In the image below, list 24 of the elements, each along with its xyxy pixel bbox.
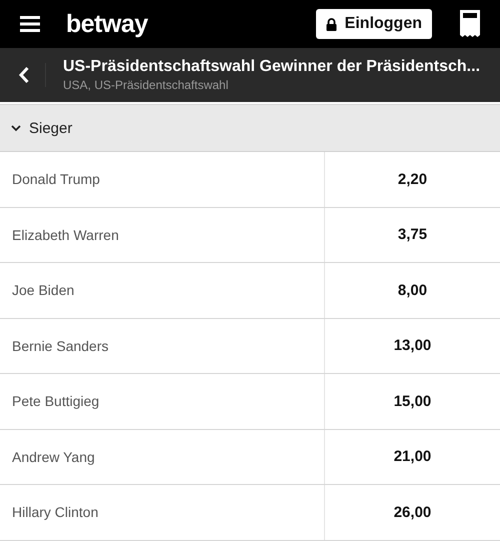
market-title: Sieger (29, 120, 72, 136)
event-subtitle: USA, US-Präsidentschaftswahl (63, 78, 230, 92)
selection-name: Hillary Clinton (0, 485, 325, 540)
login-button[interactable]: Einloggen (316, 9, 432, 39)
lock-icon (326, 18, 337, 30)
odds-button[interactable]: 13,00 (325, 318, 500, 373)
odds-button[interactable]: 2,20 (325, 152, 500, 206)
selection-name: Elizabeth Warren (0, 208, 325, 262)
selection-name: Joe Biden (0, 263, 325, 318)
selection-name: Pete Buttigieg (0, 374, 325, 428)
market-header[interactable]: Sieger (0, 104, 500, 152)
menu-icon[interactable] (20, 16, 40, 32)
logo[interactable]: betway (66, 10, 148, 38)
odds-button[interactable]: 26,00 (325, 485, 500, 540)
selection-name: Andrew Yang (0, 430, 325, 484)
event-title: US-Präsidentschaftswahl Gewinner der Präsidentsch... (63, 58, 480, 76)
selection-name: Bernie Sanders (0, 318, 325, 373)
selection-name: Donald Trump (0, 152, 325, 206)
odds-button[interactable]: 15,00 (325, 374, 500, 428)
odds-button[interactable]: 21,00 (325, 430, 500, 484)
odds-button[interactable]: 8,00 (325, 263, 500, 318)
odds-button[interactable]: 3,75 (325, 208, 500, 262)
back-icon[interactable] (18, 66, 30, 84)
bet-slip-icon[interactable] (460, 10, 480, 38)
